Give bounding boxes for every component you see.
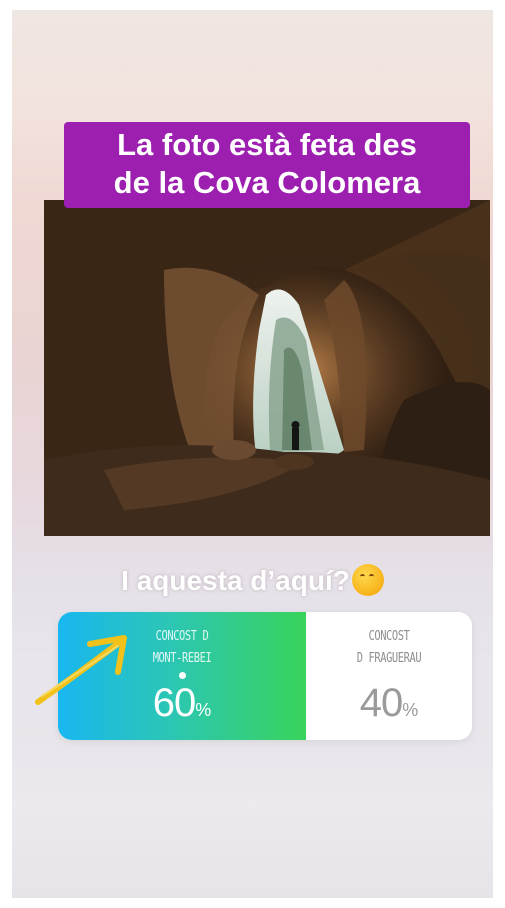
poll-option-label-line-2: MONT-REBEI xyxy=(152,651,212,666)
percent-sign: % xyxy=(195,700,212,720)
percent-value: 60 xyxy=(152,681,196,725)
hand-drawn-arrow-icon xyxy=(35,635,127,705)
story-canvas: La foto està feta des de la Cova Colomer… xyxy=(12,10,493,898)
poll-option-percent: 40% xyxy=(306,681,472,732)
poll-option-label-line-2: D FRAGUERAU xyxy=(356,651,422,666)
caption-line-1: La foto està feta des xyxy=(117,127,417,162)
foreground-mist xyxy=(12,740,493,898)
poll-option-fraguerau[interactable]: CONCOST D FRAGUERAU 40% xyxy=(306,612,472,740)
poll-question-text: I aquesta d’aquí? xyxy=(121,565,350,596)
poll-option-label-line-1: CONCOST D xyxy=(155,629,209,644)
percent-sign: % xyxy=(402,700,419,720)
poll-option-label: CONCOST D FRAGUERAU xyxy=(341,626,437,670)
poll-option-label-line-1: CONCOST xyxy=(368,629,410,644)
cave-photo-art xyxy=(44,200,490,536)
caption-line-2: de la Cova Colomera xyxy=(113,165,421,200)
selected-dot-icon xyxy=(178,672,186,679)
face-with-hand-over-mouth-icon xyxy=(351,564,384,596)
percent-value: 40 xyxy=(359,681,403,725)
story-caption: La foto està feta des de la Cova Colomer… xyxy=(64,122,470,208)
cave-photo xyxy=(44,200,490,536)
poll-question: I aquesta d’aquí? xyxy=(12,564,493,597)
